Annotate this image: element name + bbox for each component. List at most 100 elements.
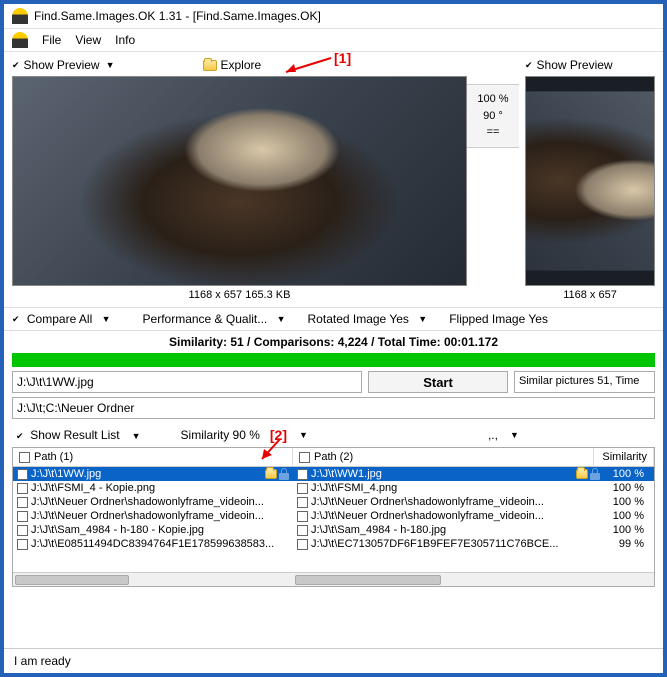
menubar: File View Info <box>4 29 663 52</box>
menu-view[interactable]: View <box>75 33 101 47</box>
checkbox[interactable] <box>297 539 308 550</box>
table-row[interactable]: J:\J\t\Neuer Ordner\shadowonlyframe_vide… <box>13 509 293 523</box>
results-table: Path (1) J:\J\t\1WW.jpgJ:\J\t\FSMI_4 - K… <box>12 447 655 587</box>
show-preview-toggle[interactable]: Show Preview <box>24 58 100 72</box>
table-right-header: Path (2) Similarity <box>293 448 654 467</box>
path-cell: J:\J\t\Neuer Ordner\shadowonlyframe_vide… <box>31 510 289 522</box>
match-rotation: 90 ° <box>469 108 517 125</box>
performance-option[interactable]: Performance & Qualit... ▼ <box>143 312 286 326</box>
checkbox[interactable] <box>297 483 308 494</box>
dropdown-icon[interactable]: ▼ <box>510 430 519 440</box>
show-preview-toggle-right[interactable]: Show Preview <box>537 58 613 72</box>
path-cell: J:\J\t\WW1.jpg <box>311 468 574 480</box>
statusbar: I am ready <box>4 648 663 673</box>
path-cell: J:\J\t\FSMI_4.png <box>311 482 600 494</box>
lock-icon <box>590 468 600 480</box>
path-cell: J:\J\t\Neuer Ordner\shadowonlyframe_vide… <box>311 496 600 508</box>
similarity-cell: 100 % <box>600 482 650 494</box>
compare-options: ✔ Compare All ▼ Performance & Qualit... … <box>4 307 663 330</box>
window-title: Find.Same.Images.OK 1.31 - [Find.Same.Im… <box>34 9 321 23</box>
preview-left-toolbar: ✔ Show Preview ▼ Explore <box>12 54 467 76</box>
dropdown-icon[interactable]: ▼ <box>299 430 308 440</box>
table-row[interactable]: J:\J\t\Sam_4984 - h-180 - Kopie.jpg <box>13 523 293 537</box>
progress-bar <box>12 353 655 367</box>
similarity-threshold[interactable]: Similarity 90 % <box>181 428 260 442</box>
match-info: 100 % 90 ° == <box>467 84 519 148</box>
table-right: Path (2) Similarity J:\J\t\WW1.jpg100 %J… <box>293 448 654 586</box>
titlebar: Find.Same.Images.OK 1.31 - [Find.Same.Im… <box>4 4 663 29</box>
table-right-body[interactable]: J:\J\t\WW1.jpg100 %J:\J\t\FSMI_4.png100 … <box>293 467 654 572</box>
checkbox[interactable] <box>17 483 28 494</box>
table-row[interactable]: J:\J\t\Neuer Ordner\shadowonlyframe_vide… <box>293 509 654 523</box>
table-row[interactable]: J:\J\t\1WW.jpg <box>13 467 293 481</box>
dropdown-icon[interactable]: ▼ <box>106 60 115 70</box>
checkbox[interactable] <box>17 511 28 522</box>
similarity-cell: 100 % <box>600 496 650 508</box>
current-path-input[interactable] <box>12 371 362 393</box>
table-left-body[interactable]: J:\J\t\1WW.jpgJ:\J\t\FSMI_4 - Kopie.pngJ… <box>13 467 293 572</box>
image-thumbnail-rotated <box>525 91 655 270</box>
table-row[interactable]: J:\J\t\WW1.jpg100 % <box>293 467 654 481</box>
menu-info[interactable]: Info <box>115 33 135 47</box>
image-thumbnail <box>13 77 466 285</box>
col-similarity[interactable]: Similarity <box>594 448 654 466</box>
match-equal: == <box>469 124 517 141</box>
flipped-option[interactable]: Flipped Image Yes <box>449 312 548 326</box>
compare-all-option[interactable]: ✔ Compare All ▼ <box>12 312 111 326</box>
status-right: Similar pictures 51, Time <box>514 371 655 393</box>
stats-row: Similarity: 51 / Comparisons: 4,224 / To… <box>4 330 663 353</box>
search-folders-input[interactable] <box>12 397 655 419</box>
table-row[interactable]: J:\J\t\E08511494DC8394764F1E178599638583… <box>13 537 293 551</box>
preview-image-left[interactable] <box>12 76 467 286</box>
table-row[interactable]: J:\J\t\FSMI_4 - Kopie.png <box>13 481 293 495</box>
similarity-cell: 100 % <box>600 524 650 536</box>
checkbox[interactable] <box>17 469 28 480</box>
lock-icon <box>279 468 289 480</box>
folder-icon[interactable] <box>203 60 217 71</box>
path-cell: J:\J\t\Sam_4984 - h-180.jpg <box>311 524 600 536</box>
table-row[interactable]: J:\J\t\FSMI_4.png100 % <box>293 481 654 495</box>
path-cell: J:\J\t\E08511494DC8394764F1E178599638583… <box>31 538 289 550</box>
scrollbar-horizontal[interactable] <box>293 572 654 586</box>
checkbox[interactable] <box>297 497 308 508</box>
table-row[interactable]: J:\J\t\EC713057DF6F1B9FEF7E305711C76BCE.… <box>293 537 654 551</box>
show-result-list[interactable]: ✔ Show Result List ▼ <box>16 428 141 442</box>
col-path2[interactable]: Path (2) <box>293 448 594 466</box>
app-window: Find.Same.Images.OK 1.31 - [Find.Same.Im… <box>0 0 667 677</box>
preview-area: ✔ Show Preview ▼ Explore 1168 x 657 165.… <box>4 52 663 307</box>
menu-file[interactable]: File <box>42 33 61 47</box>
scrollbar-horizontal[interactable] <box>13 572 293 586</box>
checkbox[interactable] <box>19 452 30 463</box>
checkbox[interactable] <box>17 539 28 550</box>
start-button[interactable]: Start <box>368 371 508 393</box>
checkbox[interactable] <box>299 452 310 463</box>
checkmark-icon: ✔ <box>12 60 20 71</box>
table-row[interactable]: J:\J\t\Sam_4984 - h-180.jpg100 % <box>293 523 654 537</box>
folder-icon[interactable] <box>265 469 277 479</box>
path-cell: J:\J\t\Neuer Ordner\shadowonlyframe_vide… <box>31 496 289 508</box>
annotation-2: [2] <box>270 427 287 443</box>
app-icon <box>12 8 28 24</box>
checkbox[interactable] <box>17 525 28 536</box>
preview-left: ✔ Show Preview ▼ Explore 1168 x 657 165.… <box>12 54 467 307</box>
similarity-cell: 100 % <box>600 510 650 522</box>
image-meta-left: 1168 x 657 165.3 KB <box>12 286 467 307</box>
app-icon-small <box>12 32 28 48</box>
checkmark-icon: ✔ <box>525 60 533 71</box>
table-row[interactable]: J:\J\t\Neuer Ordner\shadowonlyframe_vide… <box>13 495 293 509</box>
preview-image-right[interactable] <box>525 76 655 286</box>
explore-button[interactable]: Explore <box>221 58 262 72</box>
checkbox[interactable] <box>17 497 28 508</box>
folder-icon[interactable] <box>576 469 588 479</box>
more-options[interactable]: ,., <box>488 428 498 442</box>
checkbox[interactable] <box>297 469 308 480</box>
table-row[interactable]: J:\J\t\Neuer Ordner\shadowonlyframe_vide… <box>293 495 654 509</box>
result-options: ✔ Show Result List ▼ Similarity 90 % [2]… <box>4 423 663 447</box>
path-cell: J:\J\t\Sam_4984 - h-180 - Kopie.jpg <box>31 524 289 536</box>
checkbox[interactable] <box>297 525 308 536</box>
path-cell: J:\J\t\Neuer Ordner\shadowonlyframe_vide… <box>311 510 600 522</box>
checkbox[interactable] <box>297 511 308 522</box>
col-path1[interactable]: Path (1) <box>13 448 293 466</box>
table-left-header: Path (1) <box>13 448 293 467</box>
rotated-option[interactable]: Rotated Image Yes ▼ <box>308 312 428 326</box>
